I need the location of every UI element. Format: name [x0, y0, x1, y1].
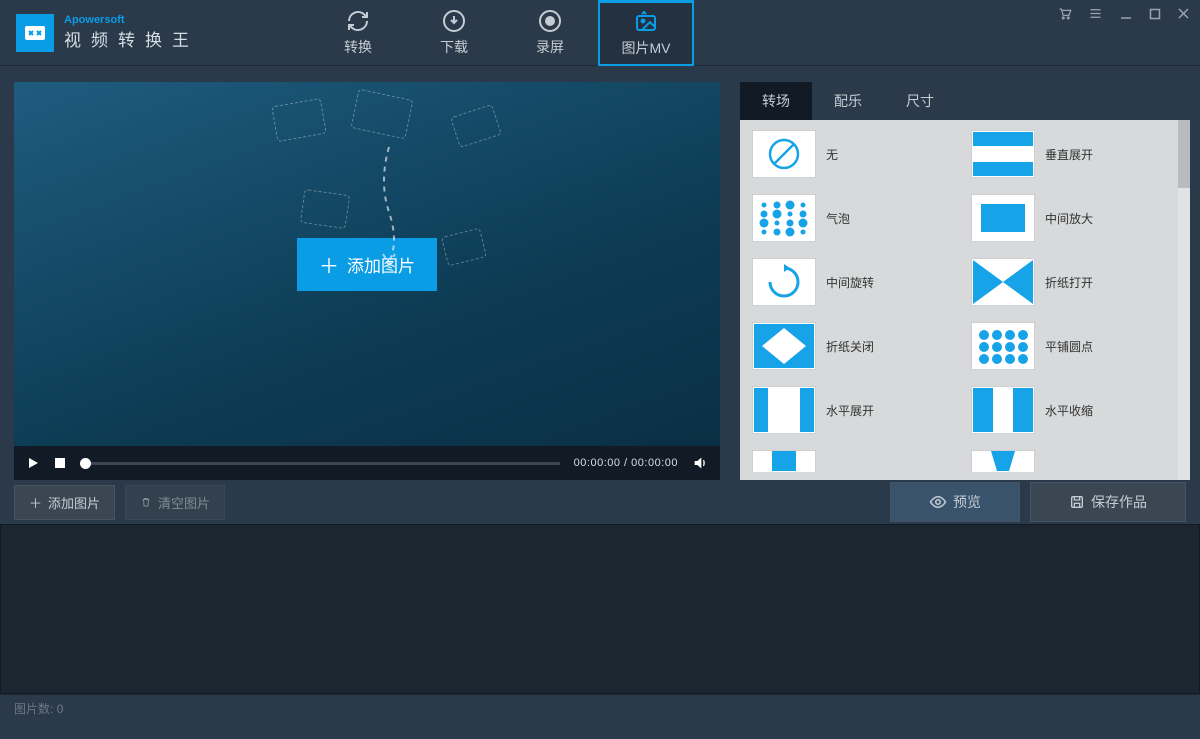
effect-label: 气泡 [826, 210, 850, 227]
effect-item[interactable]: 水平展开 [752, 386, 961, 434]
effect-item[interactable]: 折纸关闭 [752, 322, 961, 370]
logo-area: Apowersoft 视频转换王 [0, 14, 199, 52]
refresh-icon [346, 9, 370, 33]
close-icon[interactable] [1177, 7, 1190, 20]
effect-label: 垂直展开 [1045, 146, 1093, 163]
add-image-center-button[interactable]: ＋ 添加图片 [297, 238, 437, 291]
effect-thumb-icon [971, 450, 1035, 472]
maximize-icon[interactable] [1149, 8, 1161, 20]
preview-button[interactable]: 预览 [890, 482, 1020, 522]
window-controls [1057, 6, 1190, 21]
time-display: 00:00:00 / 00:00:00 [574, 457, 678, 469]
side-tab-transition[interactable]: 转场 [740, 82, 812, 120]
effect-thumb-icon [752, 258, 816, 306]
effect-item[interactable]: 无 [752, 130, 961, 178]
image-count-label: 图片数: [14, 700, 53, 717]
scrollbar-track[interactable] [1178, 120, 1190, 480]
tab-record[interactable]: 录屏 [502, 0, 598, 66]
effect-label: 水平收缩 [1045, 402, 1093, 419]
plus-icon: ＋ [29, 493, 42, 512]
envelope-icon [441, 228, 487, 267]
download-icon [442, 9, 466, 33]
effect-label: 折纸关闭 [826, 338, 874, 355]
effect-item[interactable]: 平铺圆点 [971, 322, 1180, 370]
image-count-value: 0 [57, 702, 64, 716]
video-canvas: ＋ 添加图片 [14, 82, 720, 446]
tab-photo-mv[interactable]: 图片MV [598, 0, 694, 66]
effect-thumb-icon [752, 450, 816, 472]
effect-thumb-icon [752, 194, 816, 242]
plus-icon: ＋ [319, 250, 339, 279]
side-panel: 转场 配乐 尺寸 无 垂直展开气泡 中间放大中间旋转 折纸打开折纸关闭 平铺圆点水平展开… [740, 82, 1190, 480]
effect-item[interactable]: 中间放大 [971, 194, 1180, 242]
effect-item[interactable]: 垂直展开 [971, 130, 1180, 178]
statusbar: 图片数: 0 [0, 694, 1200, 722]
effect-item[interactable]: 气泡 [752, 194, 961, 242]
effect-thumb-icon [971, 322, 1035, 370]
side-tab-size[interactable]: 尺寸 [884, 82, 956, 120]
app-title: 视频转换王 [64, 26, 199, 51]
effect-label: 平铺圆点 [1045, 338, 1093, 355]
preview-panel: ＋ 添加图片 00:00:00 / 00:00:00 [14, 82, 720, 480]
effect-thumb-icon [971, 194, 1035, 242]
content-area: ＋ 添加图片 00:00:00 / 00:00:00 转场 配乐 尺寸 无 垂直展… [0, 66, 1200, 480]
video-controls: 00:00:00 / 00:00:00 [14, 446, 720, 480]
tab-label: 转换 [344, 37, 372, 57]
add-image-button[interactable]: ＋ 添加图片 [14, 485, 115, 520]
effect-item[interactable]: 折纸打开 [971, 258, 1180, 306]
brand-text: Apowersoft [64, 14, 125, 26]
effect-item[interactable] [971, 450, 1180, 472]
menu-icon[interactable] [1088, 6, 1103, 21]
effect-item[interactable] [752, 450, 961, 472]
titlebar: Apowersoft 视频转换王 转换 下载 录屏 图片MV [0, 0, 1200, 66]
scrollbar-thumb[interactable] [1178, 120, 1190, 188]
save-button[interactable]: 保存作品 [1030, 482, 1186, 522]
effects-list: 无 垂直展开气泡 中间放大中间旋转 折纸打开折纸关闭 平铺圆点水平展开 水平收缩 [740, 120, 1190, 480]
effect-item[interactable]: 中间旋转 [752, 258, 961, 306]
save-icon [1069, 494, 1085, 510]
app-logo-icon [16, 14, 54, 52]
effect-label: 折纸打开 [1045, 274, 1093, 291]
effect-label: 中间旋转 [826, 274, 874, 291]
tab-label: 录屏 [536, 37, 564, 57]
effect-thumb-icon [971, 386, 1035, 434]
eye-icon [929, 493, 947, 511]
side-tabs: 转场 配乐 尺寸 [740, 82, 1190, 120]
image-icon [634, 10, 658, 34]
effect-thumb-icon [752, 130, 816, 178]
tab-label: 下载 [440, 37, 468, 57]
clear-images-button[interactable]: 清空图片 [125, 485, 225, 520]
effect-label: 水平展开 [826, 402, 874, 419]
effect-label: 无 [826, 146, 838, 163]
envelope-icon [450, 104, 502, 148]
minimize-icon[interactable] [1119, 7, 1133, 21]
effect-item[interactable]: 水平收缩 [971, 386, 1180, 434]
effect-thumb-icon [752, 386, 816, 434]
effect-label: 中间放大 [1045, 210, 1093, 227]
tab-label: 图片MV [622, 38, 671, 58]
play-icon[interactable] [26, 456, 40, 470]
effect-thumb-icon [752, 322, 816, 370]
stop-icon[interactable] [54, 457, 66, 469]
timeline-area[interactable] [0, 524, 1200, 694]
tab-download[interactable]: 下载 [406, 0, 502, 66]
effect-thumb-icon [971, 130, 1035, 178]
record-icon [538, 9, 562, 33]
arrow-icon [374, 142, 404, 272]
trash-icon [140, 496, 152, 508]
main-tabs: 转换 下载 录屏 图片MV [310, 0, 694, 66]
envelope-icon [350, 89, 413, 140]
side-tab-music[interactable]: 配乐 [812, 82, 884, 120]
cart-icon[interactable] [1057, 6, 1072, 21]
volume-icon[interactable] [692, 455, 708, 471]
progress-bar[interactable] [80, 462, 560, 465]
envelope-icon [271, 98, 326, 142]
effect-thumb-icon [971, 258, 1035, 306]
envelope-icon [300, 189, 350, 229]
tab-convert[interactable]: 转换 [310, 0, 406, 66]
toolbar: ＋ 添加图片 清空图片 预览 保存作品 [0, 480, 1200, 524]
